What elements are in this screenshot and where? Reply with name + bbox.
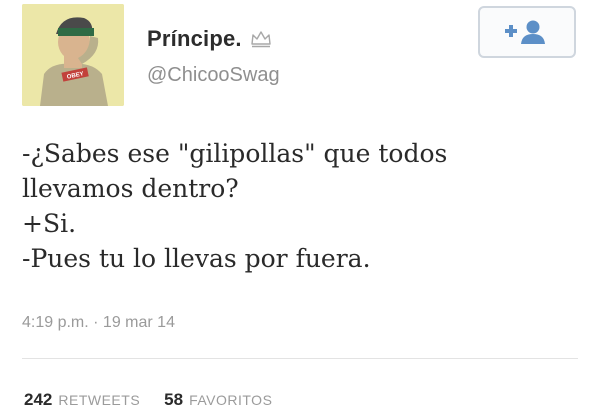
tweet-line: -¿Sabes ese "gilipollas" que todos [22, 139, 448, 168]
crown-icon [250, 30, 272, 48]
retweets-label[interactable]: RETWEETS [58, 392, 140, 408]
avatar[interactable]: OBEY [22, 4, 124, 106]
retweets-count[interactable]: 242 [24, 390, 52, 410]
tweet-timestamp[interactable]: 4:19 p.m. · 19 mar 14 [22, 314, 175, 332]
tweet-text: -¿Sabes ese "gilipollas" que todos lleva… [22, 136, 582, 276]
favorites-count[interactable]: 58 [164, 390, 183, 410]
tweet-card: OBEY Príncipe. @ChicooSwag -¿Sabes ese "… [0, 0, 600, 414]
name-row: Príncipe. [147, 26, 272, 52]
tweet-stats: 242 RETWEETS 58 FAVORITOS [24, 390, 272, 410]
display-name[interactable]: Príncipe. [147, 26, 242, 52]
avatar-image: OBEY [22, 4, 124, 106]
tweet-line: -Pues tu lo llevas por fuera. [22, 244, 371, 273]
follow-button[interactable] [478, 6, 576, 58]
favorites-label[interactable]: FAVORITOS [189, 392, 272, 408]
tweet-line: +Si. [22, 209, 77, 238]
divider [22, 358, 578, 359]
add-user-icon [505, 20, 545, 44]
user-handle[interactable]: @ChicooSwag [147, 64, 280, 87]
tweet-line: llevamos dentro? [22, 174, 239, 203]
